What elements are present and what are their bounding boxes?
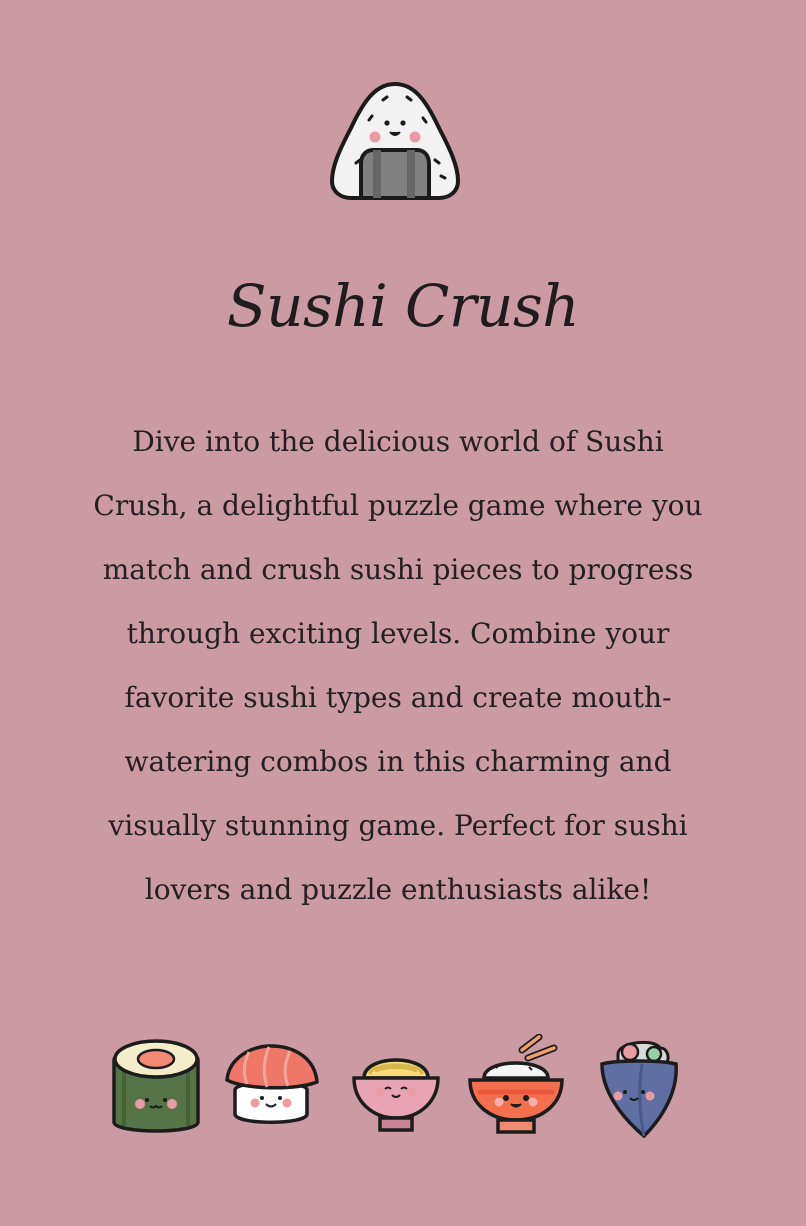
- sushi-icon-row: [106, 1034, 678, 1138]
- maki-roll-icon: [106, 1034, 206, 1138]
- onigiri-icon: [329, 80, 461, 200]
- salmon-nigiri-icon: [221, 1034, 321, 1138]
- noodle-bowl-icon: [346, 1034, 446, 1138]
- page-title: Sushi Crush: [226, 272, 580, 340]
- temaki-icon: [590, 1034, 690, 1138]
- game-description: Dive into the delicious world of Sushi C…: [93, 425, 703, 906]
- rice-bowl-icon: [466, 1034, 566, 1138]
